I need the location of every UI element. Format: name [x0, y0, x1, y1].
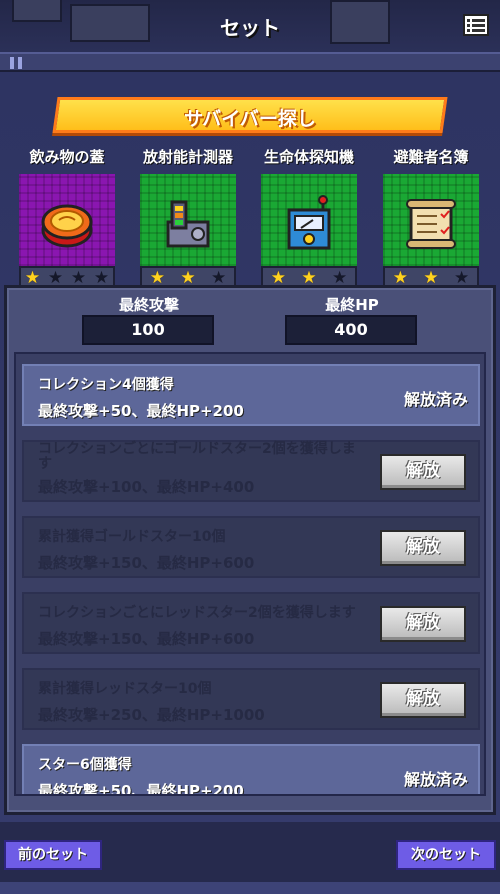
scroll-list-icon — [406, 199, 456, 249]
unlock-button[interactable]: 解放 — [380, 606, 466, 642]
life-detector-icon — [287, 195, 331, 250]
collection-label: 避難者名簿 — [393, 148, 469, 166]
reward-bonus: 最終攻撃+100、最終HP+400 — [38, 478, 255, 496]
header-bar: セット — [0, 0, 500, 52]
reward-bonus: 最終攻撃+50、最終HP+200 — [38, 782, 244, 796]
reward-condition: 累計獲得レッドスター10個 — [38, 681, 212, 697]
reward-bonus: 最終攻撃+50、最終HP+200 — [38, 402, 244, 420]
list-icon[interactable] — [462, 12, 490, 38]
unlocked-status: 解放済み — [403, 770, 468, 789]
reward-row: スター6個獲得 最終攻撃+50、最終HP+200 解放済み — [22, 744, 480, 796]
reward-row: 累計獲得レッドスター10個 最終攻撃+250、最終HP+1000 解放 — [22, 668, 480, 730]
attack-value: 100 — [82, 315, 214, 345]
reward-condition: コレクション4個獲得 — [38, 377, 174, 393]
reward-bonus: 最終攻撃+250、最終HP+1000 — [38, 706, 265, 724]
reward-list[interactable]: コレクション4個獲得 最終攻撃+50、最終HP+200 解放済み コレクションご… — [14, 352, 486, 796]
set-title: サバイバー探し — [184, 108, 316, 130]
collection-item[interactable]: 生命体探知機 ★ ★ ★ — [255, 146, 363, 290]
reward-condition: 累計獲得ゴールドスター10個 — [38, 529, 226, 545]
unlock-button[interactable]: 解放 — [380, 454, 466, 490]
prev-set-button[interactable]: 前のセット — [4, 840, 102, 870]
reward-condition: スター6個獲得 — [38, 757, 132, 773]
collection-label: 生命体探知機 — [263, 148, 354, 166]
radiation-meter-icon — [166, 200, 210, 248]
collection-item[interactable]: 避難者名簿 ★ ★ ★ — [377, 146, 485, 290]
collection-tile — [383, 174, 479, 266]
reward-row: 累計獲得ゴールドスター10個 最終攻撃+150、最終HP+600 解放 — [22, 516, 480, 578]
hp-value: 400 — [285, 315, 417, 345]
hp-label: 最終HP — [325, 296, 379, 314]
page-title: セット — [220, 16, 280, 40]
reward-bonus: 最終攻撃+150、最終HP+600 — [38, 630, 255, 648]
collection-item[interactable]: 放射能計測器 ★ ★ ★ — [134, 146, 242, 290]
collection-label: 放射能計測器 — [142, 148, 233, 166]
reward-row: コレクションごとにゴールドスター2個を獲得しま す 最終攻撃+100、最終HP+… — [22, 440, 480, 502]
unlock-button[interactable]: 解放 — [380, 682, 466, 718]
bottle-cap-icon — [41, 204, 93, 248]
bottom-tab-bar — [0, 882, 500, 894]
collection-tile — [261, 174, 357, 266]
reward-condition: コレクションごとにゴールドスター2個を獲得しま す — [38, 441, 356, 472]
pause-icon[interactable] — [10, 57, 24, 69]
reward-condition: コレクションごとにレッドスター2個を獲得します — [38, 605, 356, 621]
next-set-button[interactable]: 次のセット — [396, 840, 496, 870]
top-divider-bar — [0, 52, 500, 72]
reward-row: コレクションごとにレッドスター2個を獲得します 最終攻撃+150、最終HP+60… — [22, 592, 480, 654]
unlocked-status: 解放済み — [403, 390, 468, 409]
collection-tile — [19, 174, 115, 266]
unlock-button[interactable]: 解放 — [380, 530, 466, 566]
attack-label: 最終攻撃 — [118, 296, 179, 314]
collection-label: 飲み物の蓋 — [29, 148, 105, 166]
reward-bonus: 最終攻撃+150、最終HP+600 — [38, 554, 255, 572]
collection-tile — [140, 174, 236, 266]
collection-item[interactable]: 飲み物の蓋 ★ ★ ★ ★ — [13, 146, 121, 290]
reward-row: コレクション4個獲得 最終攻撃+50、最終HP+200 解放済み — [22, 364, 480, 426]
